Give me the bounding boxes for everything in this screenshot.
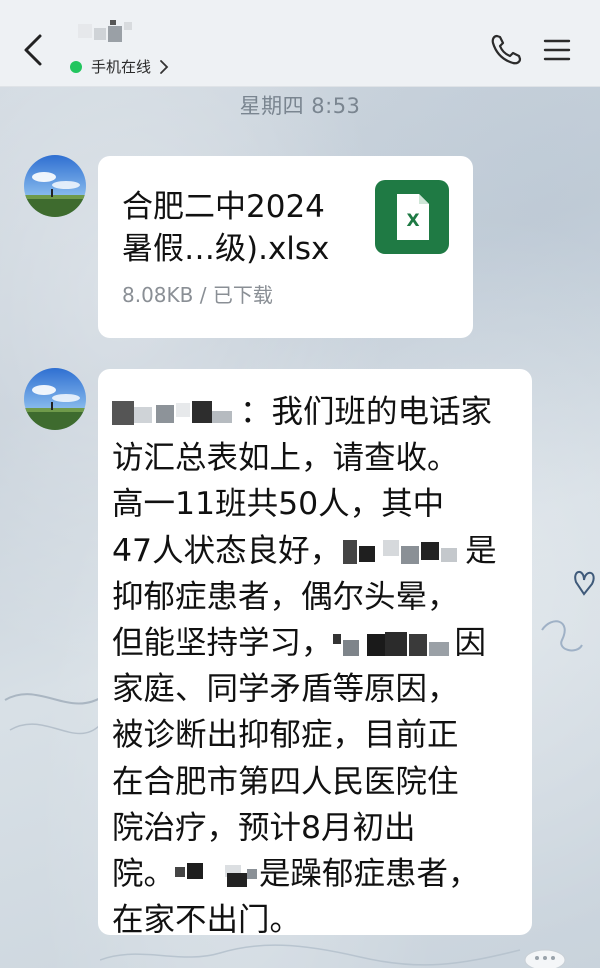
redaction-mosaic: [78, 20, 132, 42]
message-line-text: 院。: [112, 855, 176, 892]
file-size-status: 8.08KB / 已下载: [122, 283, 273, 307]
message-line: 院。 是躁郁症患者，: [112, 851, 522, 897]
file-message-bubble[interactable]: 合肥二中2024 暑假…级).xlsx X 8.08KB / 已下载: [98, 156, 473, 338]
message-timestamp: 星期四 8:53: [239, 94, 361, 118]
file-name: 合肥二中2024 暑假…级).xlsx: [122, 186, 372, 270]
message-line-text: 因: [454, 624, 487, 661]
message-line: 高一11班共50人，其中: [112, 486, 445, 523]
message-text: ：我们班的电话家 访汇总表如上，请查收。 高一11班共50人，其中 47人状态良…: [112, 389, 522, 943]
contact-name-redacted[interactable]: [74, 18, 144, 48]
message-line: 在家不出门。: [112, 902, 302, 939]
avatar[interactable]: [24, 155, 86, 217]
message-line-text: 是躁郁症患者，: [259, 855, 480, 892]
file-name-line: 合肥二中2024: [122, 189, 325, 225]
message-line: 访汇总表如上，请查收。: [112, 440, 459, 477]
excel-file-icon: X: [375, 180, 449, 254]
redaction-mosaic: [332, 632, 449, 657]
avatar[interactable]: [24, 368, 86, 430]
message-line: 抑郁症患者，偶尔头晕，: [112, 578, 459, 615]
chevron-right-icon: [160, 59, 169, 74]
redaction-mosaic: [175, 862, 258, 887]
message-line: 院治疗，预计8月初出: [112, 809, 416, 846]
redaction-mosaic: [343, 539, 458, 564]
message-line: 但能坚持学习， 因: [112, 620, 522, 666]
text-message-bubble[interactable]: ：我们班的电话家 访汇总表如上，请查收。 高一11班共50人，其中 47人状态良…: [98, 369, 532, 938]
message-line-text: 是: [465, 532, 497, 569]
chevron-left-icon[interactable]: [18, 30, 48, 70]
message-line-text: ：我们班的电话家: [240, 394, 493, 430]
phone-icon[interactable]: [488, 32, 524, 68]
file-name-line: 暑假…级).xlsx: [122, 231, 330, 267]
message-line: 在合肥市第四人民医院住: [112, 763, 459, 800]
online-status-label: 手机在线: [91, 58, 152, 76]
online-status[interactable]: 手机在线: [70, 56, 169, 77]
online-dot-icon: [70, 60, 82, 73]
menu-icon[interactable]: [543, 36, 571, 64]
redaction-mosaic: [112, 401, 232, 426]
chat-header: 手机在线: [0, 0, 600, 87]
message-line: 被诊断出抑郁症，目前正: [112, 717, 459, 754]
message-line: 47人状态良好， 是: [112, 528, 522, 574]
message-line-text: 但能坚持学习，: [112, 624, 333, 661]
message-line: 家庭、同学矛盾等原因，: [112, 671, 459, 708]
excel-icon-letter: X: [406, 211, 419, 231]
message-line: ：我们班的电话家: [112, 389, 522, 435]
message-line-text: 47人状态良好，: [112, 532, 342, 569]
